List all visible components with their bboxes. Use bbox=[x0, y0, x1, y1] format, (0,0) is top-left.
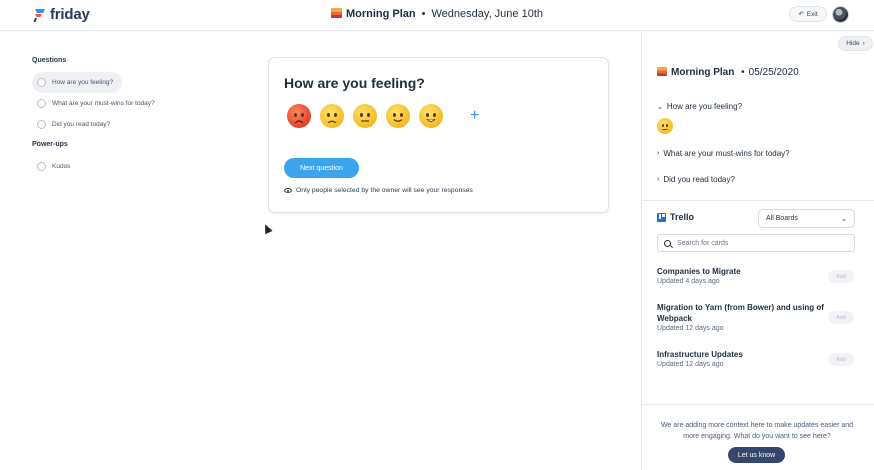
undo-arrow-icon: ↶ bbox=[798, 11, 804, 18]
card-search[interactable]: Search for cards bbox=[657, 234, 855, 252]
powerup-item-kudos[interactable]: Kudos bbox=[32, 156, 79, 177]
slightly-smiling-face-icon[interactable] bbox=[386, 104, 410, 128]
feedback-text: We are adding more context here to make … bbox=[660, 422, 854, 440]
top-bar: friday Morning Plan • Wednesday, June 10th… bbox=[0, 0, 874, 31]
right-panel: Hide › Morning Plan • 05/25/2020 ⌄ How ar… bbox=[641, 32, 874, 470]
history-question-read[interactable]: › Did you read today? bbox=[657, 175, 735, 184]
neutral-face-icon[interactable] bbox=[353, 104, 377, 128]
add-card-button[interactable]: Add bbox=[828, 311, 854, 324]
card-name: Companies to Migrate bbox=[657, 267, 741, 276]
grinning-face-icon[interactable] bbox=[419, 104, 443, 128]
chevron-right-icon: › bbox=[657, 176, 660, 183]
add-card-button[interactable]: Add bbox=[828, 353, 854, 366]
question-title: How are you feeling? bbox=[284, 75, 425, 91]
plan-title: Morning Plan bbox=[345, 8, 416, 20]
chevron-down-icon: ⌄ bbox=[657, 103, 663, 111]
boards-select-value: All Boards bbox=[766, 215, 798, 222]
main-area: Questions How are you feeling? What are … bbox=[0, 32, 641, 470]
page-title: Morning Plan • Wednesday, June 10th bbox=[0, 8, 874, 20]
card-updated: Updated 12 days ago bbox=[657, 361, 724, 368]
history-date: 05/25/2020 bbox=[748, 67, 799, 78]
emoji-options: + bbox=[287, 104, 479, 128]
eye-icon bbox=[284, 188, 292, 193]
card-name: Migration to Yarn (from Bower) and using… bbox=[657, 303, 824, 323]
powerup-label: Kudos bbox=[52, 163, 71, 170]
chevron-down-icon: ⌄ bbox=[841, 215, 847, 223]
privacy-text: Only people selected by the owner will s… bbox=[296, 187, 473, 194]
privacy-note: Only people selected by the owner will s… bbox=[284, 187, 473, 194]
question-item-feeling[interactable]: How are you feeling? bbox=[32, 72, 123, 93]
history-separator: • bbox=[741, 67, 745, 78]
title-separator: • bbox=[421, 8, 426, 20]
history-title: Morning Plan • 05/25/2020 bbox=[657, 67, 799, 78]
boards-select[interactable]: All Boards ⌄ bbox=[758, 209, 855, 228]
history-question-label: What are your must-wins for today? bbox=[663, 149, 790, 158]
next-question-button[interactable]: Next question bbox=[284, 158, 359, 178]
trello-card[interactable]: Infrastructure Updates Updated 12 days a… bbox=[657, 349, 827, 368]
question-card: How are you feeling? + Next question Onl… bbox=[268, 57, 609, 213]
history-question-label: Did you read today? bbox=[663, 175, 735, 184]
hide-label: Hide bbox=[846, 40, 860, 47]
hide-button[interactable]: Hide › bbox=[838, 36, 873, 51]
radio-icon bbox=[37, 99, 46, 108]
trello-card[interactable]: Companies to Migrate Updated 4 days ago bbox=[657, 266, 827, 285]
exit-label: Exit bbox=[806, 10, 818, 18]
chevron-right-icon: › bbox=[862, 40, 865, 47]
add-emoji-icon[interactable]: + bbox=[470, 107, 479, 125]
sunrise-icon bbox=[330, 8, 342, 18]
plan-date: Wednesday, June 10th bbox=[431, 8, 544, 20]
search-placeholder: Search for cards bbox=[677, 239, 729, 247]
question-item-read[interactable]: Did you read today? bbox=[32, 114, 119, 135]
radio-icon bbox=[37, 78, 46, 87]
divider bbox=[642, 404, 874, 405]
add-card-button[interactable]: Add bbox=[828, 270, 854, 283]
radio-icon bbox=[37, 120, 46, 129]
trello-heading: Trello bbox=[657, 212, 694, 222]
card-updated: Updated 4 days ago bbox=[657, 278, 720, 285]
question-label: Did you read today? bbox=[52, 121, 111, 128]
history-plan-title: Morning Plan bbox=[671, 67, 735, 78]
sunrise-icon bbox=[657, 67, 667, 76]
search-icon bbox=[664, 239, 671, 247]
let-us-know-button[interactable]: Let us know bbox=[728, 447, 785, 463]
history-question-feeling[interactable]: ⌄ How are you feeling? bbox=[657, 102, 742, 111]
avatar[interactable] bbox=[832, 6, 849, 23]
questions-heading: Questions bbox=[32, 57, 67, 64]
chevron-right-icon: › bbox=[657, 150, 660, 157]
history-question-label: How are you feeling? bbox=[666, 102, 743, 111]
slightly-smiling-face-icon bbox=[657, 118, 673, 134]
frowning-face-icon[interactable] bbox=[320, 104, 344, 128]
trello-title: Trello bbox=[670, 212, 695, 222]
card-name: Infrastructure Updates bbox=[657, 350, 743, 359]
exit-button[interactable]: ↶ Exit bbox=[789, 6, 827, 22]
card-updated: Updated 12 days ago bbox=[657, 325, 724, 332]
radio-icon bbox=[37, 162, 46, 171]
trello-card[interactable]: Migration to Yarn (from Bower) and using… bbox=[657, 302, 827, 332]
question-label: What are your must-wins for today? bbox=[52, 100, 155, 107]
divider bbox=[642, 200, 874, 201]
trello-icon bbox=[657, 212, 666, 222]
powerups-heading: Power-ups bbox=[32, 141, 68, 148]
question-label: How are you feeling? bbox=[52, 79, 114, 86]
history-question-must-wins[interactable]: › What are your must-wins for today? bbox=[657, 149, 790, 158]
angry-face-icon[interactable] bbox=[287, 104, 311, 128]
question-item-must-wins[interactable]: What are your must-wins for today? bbox=[32, 93, 164, 114]
